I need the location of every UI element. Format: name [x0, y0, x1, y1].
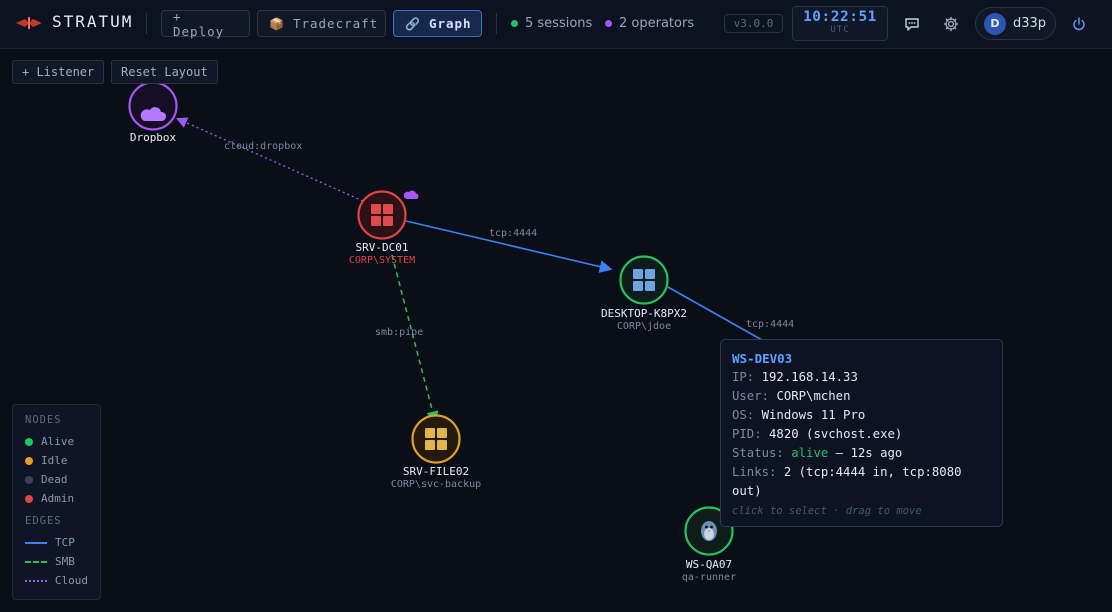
- node-srv-dc01[interactable]: [357, 190, 419, 240]
- operators-count: 2 operators: [605, 16, 694, 31]
- node-user-ws-qa07: qa-runner: [681, 572, 737, 583]
- user-menu[interactable]: D d33p: [975, 7, 1056, 40]
- sessions-count: 5 sessions: [511, 16, 592, 31]
- logo-icon: [16, 17, 42, 29]
- admin-dot-icon: [25, 494, 33, 503]
- username: d33p: [1013, 16, 1047, 31]
- edge-label-tcp: tcp:4444: [489, 228, 538, 239]
- node-name-srv-dc01: SRV-DC01: [355, 241, 409, 254]
- deploy-button[interactable]: + Deploy: [161, 8, 250, 39]
- legend-item-idle: Idle: [25, 451, 88, 470]
- brand-name: STRATUM: [52, 12, 134, 31]
- legend-item-tcp: TCP: [25, 533, 88, 552]
- link-icon: 🔗: [405, 16, 421, 31]
- legend-item-dead: Dead: [25, 470, 88, 489]
- divider: [496, 13, 497, 34]
- tradecraft-button[interactable]: 📦 Tradecraft: [257, 10, 386, 37]
- tooltip-os: OS: Windows 11 Pro: [732, 408, 866, 422]
- sessions-dot-icon: [511, 20, 518, 27]
- add-listener-button[interactable]: + Listener: [12, 60, 105, 84]
- version-badge: v3.0.0: [724, 14, 783, 33]
- node-name-dropbox: Dropbox: [129, 131, 177, 144]
- legend-item-alive: Alive: [25, 432, 88, 451]
- smb-line-icon: [25, 560, 47, 563]
- deploy-label: + Deploy: [173, 8, 225, 39]
- chat-button[interactable]: [900, 12, 924, 36]
- gear-icon: [943, 16, 959, 32]
- cloud-line-icon: [25, 579, 47, 582]
- node-tooltip: WS-DEV03 IP: 192.168.14.33 User: CORP\mc…: [720, 339, 1003, 527]
- node-dropbox[interactable]: [128, 81, 178, 131]
- node-name-ws-qa07: WS-QA07: [685, 558, 733, 571]
- edge-smb-dc01-file02[interactable]: [391, 254, 439, 424]
- tooltip-hint: click to select · drag to move: [732, 505, 922, 517]
- tooltip-title: WS-DEV03: [732, 351, 793, 366]
- tooltip-pid: PID: 4820 (svchost.exe): [732, 427, 903, 441]
- cloud-badge-icon: [403, 190, 419, 199]
- node-name-srv-file02: SRV-FILE02: [402, 465, 470, 478]
- tcp-line-icon: [25, 541, 47, 544]
- tooltip-status: Status: alive – 12s ago: [732, 446, 903, 460]
- avatar: D: [984, 12, 1006, 35]
- node-user-desktop-k8px2: CORP\jdoe: [616, 321, 672, 332]
- graph-legend: NODES Alive Idle Dead Admin EDGES TCP SM…: [12, 404, 101, 600]
- node-srv-file02[interactable]: [411, 414, 461, 464]
- node-name-desktop-k8px2: DESKTOP-K8PX2: [600, 307, 688, 320]
- legend-nodes-title: NODES: [25, 414, 62, 426]
- power-icon: [1073, 17, 1085, 31]
- alive-dot-icon: [25, 437, 33, 446]
- graph-button[interactable]: 🔗 Graph: [393, 10, 482, 37]
- edge-label-cloud: cloud:dropbox: [224, 141, 303, 152]
- legend-item-cloud: Cloud: [25, 571, 88, 590]
- linux-icon: [701, 521, 717, 541]
- legend-item-smb: SMB: [25, 552, 88, 571]
- tooltip-ip: IP: 192.168.14.33: [732, 370, 858, 384]
- legend-item-admin: Admin: [25, 489, 88, 508]
- chat-icon: [905, 18, 919, 31]
- node-user-srv-file02: CORP\svc-backup: [390, 479, 482, 490]
- edge-cloud-dropbox[interactable]: [175, 117, 373, 206]
- divider: [146, 13, 147, 34]
- utc-clock: 10:22:51 UTC: [792, 6, 888, 41]
- edge-label-smb: smb:pipe: [375, 327, 424, 338]
- logout-button[interactable]: [1067, 12, 1091, 36]
- dead-dot-icon: [25, 475, 33, 484]
- idle-dot-icon: [25, 456, 33, 465]
- operators-dot-icon: [605, 20, 612, 27]
- graph-canvas[interactable]: + Listener Reset Layout Dropbox SRV-DC01…: [0, 49, 1112, 612]
- edge-label-tcp: tcp:4444: [746, 319, 795, 330]
- package-icon: 📦: [269, 16, 285, 31]
- node-desktop-k8px2[interactable]: [619, 255, 669, 305]
- clock-timezone: UTC: [830, 25, 850, 35]
- legend-edges-title: EDGES: [25, 515, 62, 527]
- graph-label: Graph: [428, 16, 472, 31]
- settings-button[interactable]: [939, 12, 963, 36]
- clock-time: 10:22:51: [803, 9, 877, 25]
- reset-layout-button[interactable]: Reset Layout: [111, 60, 218, 84]
- tradecraft-label: Tradecraft: [292, 16, 379, 31]
- top-bar: STRATUM + Deploy 📦 Tradecraft 🔗 Graph 5 …: [0, 0, 1112, 49]
- tooltip-links: Links: 2 (tcp:4444 in, tcp:8080 out): [732, 465, 962, 498]
- tooltip-user: User: CORP\mchen: [732, 389, 851, 403]
- node-user-srv-dc01: CORP\SYSTEM: [348, 255, 416, 266]
